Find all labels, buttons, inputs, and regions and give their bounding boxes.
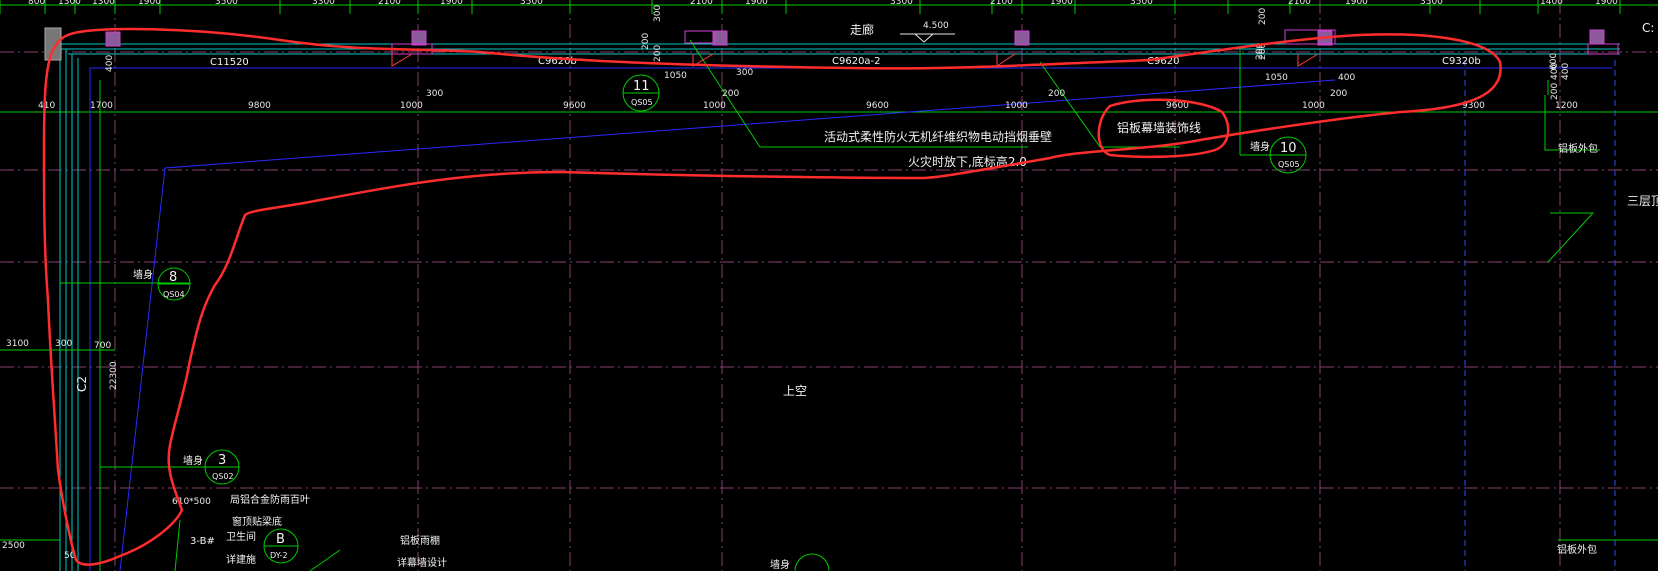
svg-text:11: 11 — [633, 79, 650, 94]
column — [411, 30, 427, 46]
top-dimension-label: 3300 — [890, 0, 913, 7]
svg-text:B: B — [276, 532, 285, 547]
window-tag: C9320b — [1442, 56, 1481, 67]
top-dimension-label: 1300 — [92, 0, 115, 7]
svg-text:QS02: QS02 — [212, 472, 234, 481]
top-dimension-label: 1900 — [1595, 0, 1618, 7]
second-dimension-label: 1000 — [400, 101, 423, 111]
drawing-background — [0, 0, 1658, 571]
aluminum-cladding-note-2: 铝板外包 — [1557, 543, 1597, 556]
small-dimension-label: 400 — [1561, 63, 1571, 80]
top-dimension-label: 2100 — [378, 0, 401, 7]
left-dim: 700 — [94, 341, 111, 351]
corner-label: C: — [1642, 21, 1654, 35]
top-dimension-label: 3500 — [520, 0, 543, 7]
second-dimension-label: 9800 — [248, 101, 271, 111]
top-dimension-label: 1900 — [138, 0, 161, 7]
left-dim-vertical: 22300 — [109, 361, 119, 390]
second-dimension-label: 9600 — [563, 101, 586, 111]
aluminum-cladding-note: 铝板外包 — [1558, 142, 1598, 155]
small-dimension-label: 200 — [722, 89, 739, 99]
left-dim: 3100 — [6, 339, 29, 349]
aluminum-line-note: 铝板幕墙装饰线 — [1117, 120, 1201, 135]
second-dimension-label: 9600 — [866, 101, 889, 111]
svg-text:墙身: 墙身 — [183, 454, 203, 467]
top-dimension-label: 1300 — [58, 0, 81, 7]
axis-ref: 3-B# — [190, 536, 215, 547]
top-dimension-label: 3500 — [215, 0, 238, 7]
svg-text:墙身: 墙身 — [133, 268, 153, 281]
small-dimension-label: 600 — [1549, 53, 1559, 70]
small-dimension-label: 1050 — [664, 71, 687, 81]
small-dimension-label: 300 — [653, 5, 663, 22]
smoke-barrier-note-2: 火灾时放下,底标高2.0 — [908, 154, 1027, 169]
callout-11: 11 QS05 — [622, 74, 660, 112]
void-note: 上空 — [783, 384, 807, 398]
cad-drawing-canvas: 800 1300 1300 1900 3500 3300 2100 1900 3500 2100 1… — [0, 0, 1658, 571]
smoke-barrier-note: 活动式柔性防火无机纤维织物电动挡烟垂壁 — [824, 129, 1052, 144]
top-dimension-label: 3500 — [1130, 0, 1153, 7]
small-dimension-label: 200 — [1258, 8, 1268, 25]
svg-text:8: 8 — [169, 270, 177, 285]
second-dimension-label: 1700 — [90, 101, 113, 111]
top-dimension-label: 3500 — [1420, 0, 1443, 7]
window-tag: C9620a-2 — [832, 56, 881, 67]
canopy-note: 铝板雨棚 — [400, 534, 440, 547]
top-dimension-label: 1900 — [1345, 0, 1368, 7]
svg-text:QS05: QS05 — [631, 98, 653, 107]
detail-ref: 详建施 — [226, 553, 256, 566]
top-dimension-label: 3300 — [312, 0, 335, 7]
small-dimension-label: 200 — [1330, 89, 1347, 99]
curtain-note: 详幕墙设计 — [397, 556, 447, 569]
second-dimension-label: 1000 — [1302, 101, 1325, 111]
top-dimension-label: 2100 — [1288, 0, 1311, 7]
column — [1589, 29, 1605, 45]
svg-text:卫生间: 卫生间 — [226, 530, 256, 543]
column-label: C2 — [75, 376, 89, 392]
window-tag: C11520 — [210, 57, 249, 68]
svg-text:QS05: QS05 — [1278, 160, 1300, 169]
small-dimension-label: 300 — [736, 68, 753, 78]
wall-partial: 墙身 — [770, 558, 790, 571]
svg-text:DY-2: DY-2 — [270, 551, 288, 560]
small-dimension-label: 200 — [641, 33, 651, 50]
column — [1014, 30, 1030, 46]
svg-text:3: 3 — [218, 453, 226, 468]
top-dimension-label: 1400 — [1540, 0, 1563, 7]
left-dim: 300 — [55, 339, 72, 349]
corner-column-hatch — [44, 27, 62, 61]
top-dimension-label: 1900 — [440, 0, 463, 7]
corridor-elevation: 4.500 — [923, 21, 949, 31]
svg-text:10: 10 — [1280, 141, 1297, 156]
svg-text:QS04: QS04 — [163, 290, 185, 299]
small-dimension-label: 200 — [1550, 83, 1560, 100]
top-dimension-label: 2100 — [990, 0, 1013, 7]
small-dimension-label: 200 — [1048, 89, 1065, 99]
second-dimension-label: 410 — [38, 101, 55, 111]
top-dimension-label: 800 — [28, 0, 45, 7]
louver-note: 局铝合金防雨百叶 — [230, 493, 310, 506]
small-dimension-label: 300 — [426, 89, 443, 99]
small-dimension-label: 400 — [105, 55, 115, 72]
svg-text:墙身: 墙身 — [1250, 140, 1270, 153]
top-dimension-label: 1900 — [745, 0, 768, 7]
top-dimension-label: 2100 — [690, 0, 713, 7]
second-dimension-label: 1000 — [1005, 101, 1028, 111]
small-dimension-label: 200 — [653, 45, 663, 62]
column — [105, 31, 121, 47]
small-dimension-label: 1050 — [1265, 73, 1288, 83]
second-dimension-label: 1200 — [1555, 101, 1578, 111]
third-floor-note: 三层顶 — [1627, 194, 1658, 208]
small-dimension-label: 400 — [1338, 73, 1355, 83]
beam-bottom-note: 窗顶贴梁底 — [232, 515, 282, 528]
corridor-label: 走廊 — [850, 22, 874, 37]
top-dimension-label: 1900 — [1050, 0, 1073, 7]
second-dimension-label: 1000 — [703, 101, 726, 111]
left-dim: 2500 — [2, 541, 25, 551]
